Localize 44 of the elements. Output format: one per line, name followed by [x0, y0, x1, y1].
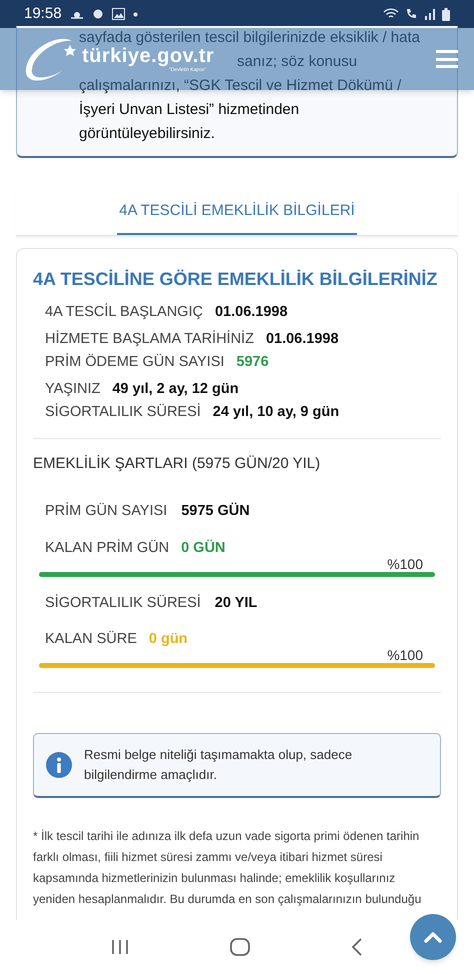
info-icon: [46, 752, 72, 778]
field-value: 20 YIL: [214, 594, 258, 612]
image-icon: [112, 8, 125, 20]
conditions-title: EMEKLİLİK ŞARTLARI (5975 GÜN/20 YIL): [33, 454, 322, 474]
field-label: PRİM ÖDEME GÜN SAYISI: [45, 352, 224, 372]
back-icon[interactable]: [351, 938, 364, 956]
notice-text: sanız; söz konusu: [237, 52, 358, 72]
field-label: HİZMETE BAŞLAMA TARİHİNİZ: [45, 330, 254, 348]
card-title: 4A TESCİLİNE GÖRE EMEKLİLİK BİLGİLERİNİZ: [33, 268, 438, 290]
field-value: 01.06.1998: [214, 302, 288, 322]
status-time: 19:58: [24, 4, 62, 24]
field-value: 0 GÜN: [181, 538, 226, 558]
wifi-icon: [383, 8, 399, 20]
percent-text: %100: [387, 647, 423, 663]
field-value: 49 yıl, 2 ay, 12 gün: [112, 380, 239, 398]
signal-icon: [424, 8, 436, 20]
field-label: 4A TESCİL BAŞLANGIÇ: [45, 302, 203, 322]
notice-text: İşyeri Unvan Listesi” hizmetinden: [79, 100, 300, 120]
dot-icon: [132, 12, 138, 16]
menu-button[interactable]: [436, 49, 458, 69]
footnote-text: * İlk tescil tarihi ile adınıza ilk defa uzun vade sigorta primi ödenen tarihin farklı olması, fiili hizmet süresi zammı ve/veya itibari hizmet süresi kapsamında hizmetlerinizin bulunması halinde; emeklilik koşullarınız yeniden hesaplanmalıdır. Bu durumda en son çalışmalarınızın bulunduğu: [33, 828, 422, 908]
field-value: 5976: [236, 352, 269, 372]
notice-text: sayfada gösterilen tescil bilgilerinizde eksiklik / hata: [79, 28, 420, 48]
field-label: SİGORTALILIK SÜRESİ: [45, 593, 201, 612]
info-text: Resmi belge niteliği taşımamakta olup, sadece bilgilendirme amaçlıdır.: [84, 746, 354, 784]
battery-icon: [442, 8, 450, 20]
call-icon: [405, 8, 418, 20]
chevron-up-icon: [423, 930, 443, 944]
notice-text: görüntüleyebilirsiniz.: [79, 124, 215, 144]
field-value: 01.06.1998: [266, 330, 339, 348]
field-label: KALAN SÜRE: [45, 630, 137, 650]
home-icon[interactable]: [230, 938, 250, 956]
field-label: KALAN PRİM GÜN: [45, 538, 170, 558]
field-label: SİGORTALILIK SÜRESİ: [45, 402, 201, 422]
field-value: 24 yıl, 10 ay, 9 gün: [212, 402, 340, 422]
field-label: PRİM GÜN SAYISI: [45, 501, 168, 521]
logo-text: türkiye.gov.tr: [82, 45, 214, 67]
field-value: 0 gün: [148, 630, 188, 650]
recent-apps-icon[interactable]: [110, 939, 129, 955]
field-label: YAŞINIZ: [45, 380, 100, 398]
percent-text: %100: [387, 556, 423, 572]
field-value: 5975 GÜN: [181, 502, 250, 521]
tab[interactable]: 4A TESCİLİ EMEKLİLİK BİLGİLERİ: [117, 188, 357, 234]
notice-text: çalışmalarınızı, “SGK Tescil ve Hizmet Dökümü /: [79, 76, 402, 96]
